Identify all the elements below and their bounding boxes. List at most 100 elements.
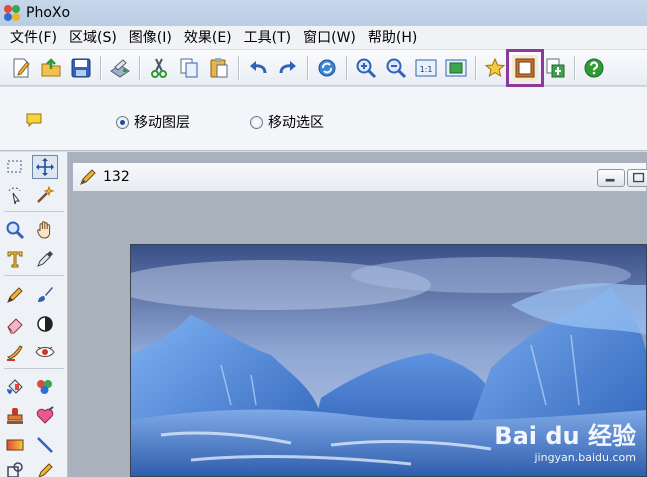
red-eye-tool[interactable] — [32, 340, 58, 364]
move-selection-label: 移动选区 — [268, 115, 324, 131]
zoom-out-button[interactable] — [383, 55, 409, 81]
zoom-icon — [6, 221, 25, 240]
toolbar-separator — [100, 55, 101, 80]
eye-icon — [35, 346, 55, 357]
menu-effects[interactable]: 效果(E) — [178, 26, 238, 50]
fit-window-button[interactable] — [443, 55, 469, 81]
heal-tool[interactable] — [32, 404, 58, 428]
smudge-tool[interactable] — [2, 340, 28, 364]
copy-icon — [180, 58, 198, 77]
shape-icon — [7, 462, 23, 477]
eraser-tool[interactable] — [2, 312, 28, 336]
text-tool[interactable] — [2, 247, 28, 271]
crop-tool[interactable] — [32, 459, 58, 477]
menu-help[interactable]: 帮助(H) — [362, 26, 423, 50]
contrast-icon — [37, 316, 53, 332]
toolbar-separator — [574, 55, 575, 80]
export-icon — [546, 58, 565, 77]
eyedropper-icon — [37, 251, 53, 267]
magic-wand-tool[interactable] — [32, 183, 58, 207]
redo-button[interactable] — [275, 55, 301, 81]
clone-stamp-tool[interactable] — [2, 404, 28, 428]
menu-bar: 文件(F) 区域(S) 图像(I) 效果(E) 工具(T) 窗口(W) 帮助(H… — [0, 26, 647, 50]
zoom-in-button[interactable] — [353, 55, 379, 81]
refresh-button[interactable] — [314, 55, 340, 81]
watermark-logo: Bai du 经验 — [494, 422, 636, 450]
move-icon — [36, 158, 54, 176]
document-title-bar[interactable]: 132 — [72, 162, 647, 192]
eyedropper-tool[interactable] — [32, 247, 58, 271]
move-tool[interactable] — [32, 155, 58, 179]
help-icon — [584, 58, 604, 77]
shape-tool[interactable] — [2, 459, 28, 477]
refresh-icon — [318, 59, 336, 76]
rect-select-tool[interactable] — [2, 155, 28, 179]
brush-tool[interactable] — [32, 283, 58, 307]
restore-icon — [633, 172, 645, 183]
tools-panel — [0, 152, 68, 477]
menu-image[interactable]: 图像(I) — [123, 26, 178, 50]
zoom-tool[interactable] — [2, 218, 28, 242]
tool-separator — [4, 275, 64, 276]
brush-icon — [38, 287, 53, 302]
toolbar-separator — [307, 55, 308, 80]
open-icon — [41, 57, 61, 76]
menu-window[interactable]: 窗口(W) — [297, 26, 362, 50]
actual-size-icon: 1:1 — [415, 59, 437, 76]
favorites-button[interactable] — [482, 55, 508, 81]
hand-icon — [37, 221, 51, 239]
copy-button[interactable] — [176, 55, 202, 81]
eraser-icon — [7, 318, 23, 334]
contrast-tool[interactable] — [32, 312, 58, 336]
color-palette-icon — [37, 380, 52, 394]
new-button[interactable] — [8, 55, 34, 81]
frame-button[interactable] — [506, 48, 544, 87]
scan-icon — [110, 58, 130, 78]
help-button[interactable] — [581, 55, 607, 81]
magic-wand-icon — [37, 185, 55, 203]
watermark: Bai du 经验 jingyan.baidu.com — [494, 416, 636, 464]
workspace: 132 Bai du 经验 jingyan.baidu.com — [68, 152, 647, 477]
save-icon — [71, 58, 91, 77]
text-icon — [7, 251, 23, 268]
export-button[interactable] — [542, 55, 568, 81]
pencil-icon — [7, 287, 23, 303]
cut-button[interactable] — [146, 55, 172, 81]
star-icon — [484, 57, 506, 77]
zoom-out-icon — [386, 58, 407, 78]
new-icon — [13, 58, 30, 77]
move-layer-radio[interactable]: 移动图层 — [116, 112, 190, 132]
move-selection-radio[interactable]: 移动选区 — [250, 112, 324, 132]
pencil-tool[interactable] — [2, 283, 28, 307]
stamp-icon — [7, 408, 23, 424]
menu-tools[interactable]: 工具(T) — [238, 26, 297, 50]
hand-tool[interactable] — [32, 218, 58, 242]
rect-select-icon — [7, 160, 22, 173]
cut-icon — [151, 58, 167, 78]
minimize-icon — [605, 178, 615, 182]
image-canvas[interactable]: Bai du 经验 jingyan.baidu.com — [130, 244, 647, 477]
heart-brush-icon — [36, 406, 54, 424]
undo-icon — [250, 60, 267, 73]
line-tool[interactable] — [32, 433, 58, 457]
menu-region[interactable]: 区域(S) — [63, 26, 123, 50]
document-body: Bai du 经验 jingyan.baidu.com — [76, 192, 647, 477]
menu-file[interactable]: 文件(F) — [4, 26, 63, 50]
zoom-in-icon — [356, 58, 377, 78]
actual-size-button[interactable]: 1:1 — [413, 55, 439, 81]
lasso-tool[interactable] — [2, 183, 28, 207]
fill-tool[interactable] — [2, 375, 28, 399]
title-bar: PhoXo — [0, 0, 647, 26]
color-replace-tool[interactable] — [32, 375, 58, 399]
gradient-tool[interactable] — [2, 433, 28, 457]
scan-button[interactable] — [107, 55, 133, 81]
save-button[interactable] — [68, 55, 94, 81]
undo-button[interactable] — [245, 55, 271, 81]
radio-unselected-icon — [250, 115, 263, 129]
toolbar-separator — [139, 55, 140, 80]
paste-icon — [210, 57, 228, 77]
minimize-button[interactable] — [597, 169, 625, 187]
open-button[interactable] — [38, 55, 64, 81]
restore-button[interactable] — [627, 169, 647, 187]
paste-button[interactable] — [206, 55, 232, 81]
